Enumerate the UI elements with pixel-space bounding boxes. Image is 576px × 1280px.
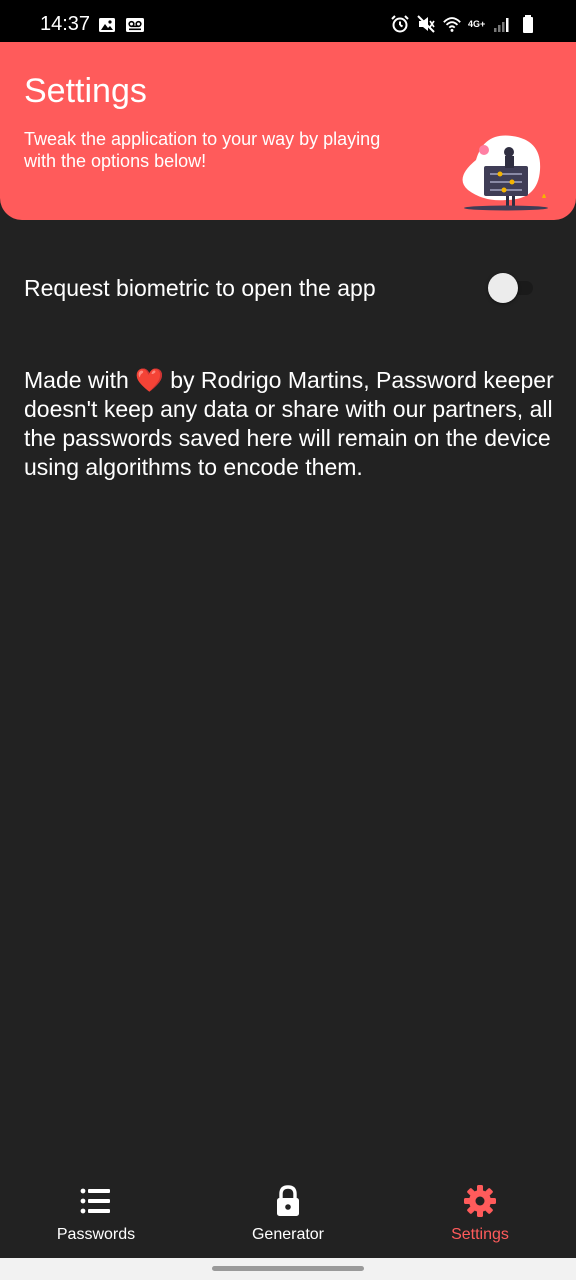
wifi-icon	[443, 17, 461, 32]
nav-item-generator[interactable]: Generator	[192, 1184, 384, 1254]
toggle-thumb	[488, 273, 518, 303]
about-text: Made with ❤️ by Rodrigo Martins, Passwor…	[24, 366, 564, 482]
heart-icon: ❤️	[135, 367, 164, 393]
mute-icon	[417, 15, 435, 33]
image-icon	[99, 18, 115, 32]
settings-illustration	[462, 135, 548, 211]
about-prefix: Made with	[24, 367, 129, 393]
list-icon	[80, 1188, 110, 1214]
nav-label-passwords: Passwords	[56, 1226, 136, 1243]
bottom-navigation: Passwords Generator Settings	[0, 1170, 576, 1258]
nav-label-settings: Settings	[451, 1226, 509, 1243]
nav-item-passwords[interactable]: Passwords	[0, 1184, 192, 1254]
biometric-toggle[interactable]	[487, 272, 537, 304]
nav-label-generator: Generator	[251, 1226, 325, 1243]
status-time: 14:37	[40, 13, 91, 35]
status-icons-left	[97, 14, 145, 36]
nav-item-settings[interactable]: Settings	[384, 1184, 576, 1254]
biometric-setting-row[interactable]: Request biometric to open the app	[0, 258, 576, 318]
signal-icon	[494, 18, 509, 32]
gear-icon	[464, 1185, 496, 1217]
alarm-icon	[391, 15, 409, 33]
battery-icon	[523, 15, 533, 33]
status-icons-right: 4G+	[390, 13, 538, 35]
lock-icon	[277, 1185, 299, 1216]
header-card: Settings Tweak the application to your w…	[0, 42, 576, 220]
home-gesture-handle[interactable]	[212, 1266, 364, 1271]
page-title: Settings	[24, 72, 147, 110]
gesture-area	[0, 1258, 576, 1280]
page-subtitle: Tweak the application to your way by pla…	[24, 129, 381, 171]
network-type-label: 4G+	[468, 18, 486, 29]
biometric-setting-label: Request biometric to open the app	[24, 275, 376, 301]
voicemail-icon	[126, 18, 144, 32]
